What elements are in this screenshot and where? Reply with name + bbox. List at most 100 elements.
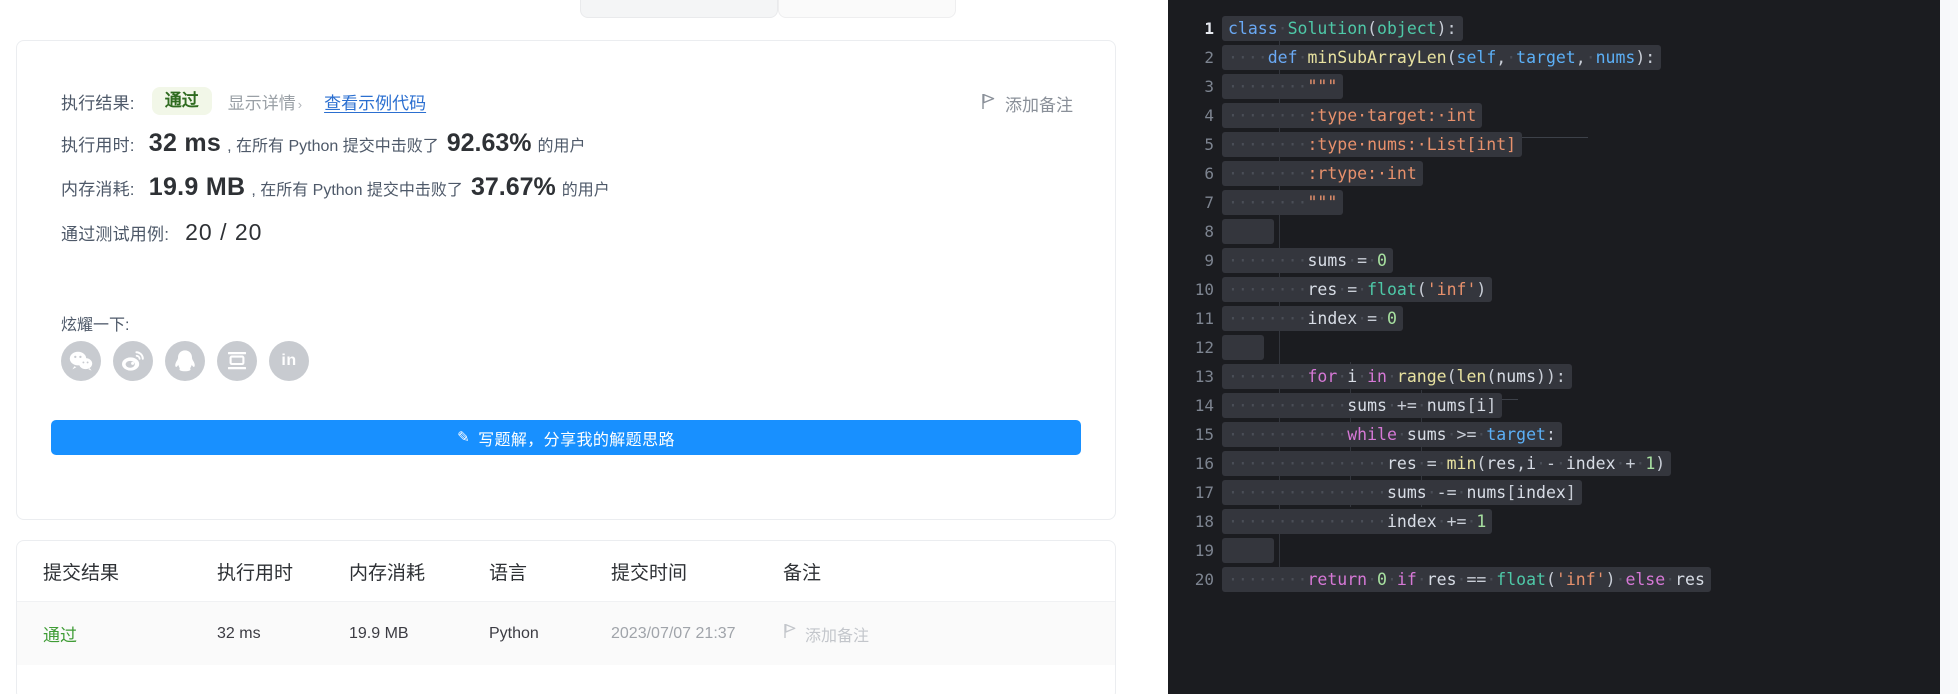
code-line[interactable]: 13 ········for·i·in·range(len(nums)): <box>1168 362 1940 391</box>
runtime-mid-text: , 在所有 Python 提交中击败了 <box>227 137 439 155</box>
sample-code-link[interactable]: 查看示例代码 <box>324 89 426 114</box>
submission-result-page: 执行结果: 通过 显示详情 › 查看示例代码 添加备注 执行用时: 32 ms ,… <box>0 0 1958 694</box>
code-line[interactable]: 17 ················sums·-=·nums[index] <box>1168 478 1940 507</box>
line-number: 1 <box>1204 19 1214 38</box>
add-note-button[interactable]: 添加备注 <box>981 91 1073 116</box>
testcases-value: 20 / 20 <box>185 219 263 245</box>
testcases-label: 通过测试用例: <box>61 225 170 244</box>
line-content: ········:type·nums:·List[int] <box>1222 130 1523 159</box>
line-content: ················sums·-=·nums[index] <box>1222 478 1582 507</box>
status-badge: 通过 <box>151 87 212 115</box>
code-lines: 1 class·Solution(object): 2 ····def·minS… <box>1168 14 1940 594</box>
code-line[interactable]: 18 ················index·+=·1 <box>1168 507 1940 536</box>
pencil-icon: ✎ <box>457 428 471 446</box>
code-line[interactable]: 1 class·Solution(object): <box>1168 14 1940 43</box>
write-solution-button[interactable]: ✎ 写题解，分享我的解题思路 <box>51 420 1081 455</box>
line-content: ········index·=·0 <box>1222 304 1403 333</box>
code-line[interactable]: 4 ········:type·target:·int <box>1168 101 1940 130</box>
cell-runtime: 32 ms <box>217 624 261 642</box>
column-header-memory: 内存消耗 <box>349 562 426 584</box>
submissions-table: 提交结果 执行用时 内存消耗 语言 提交时间 备注 通过 32 ms 19.9 … <box>16 540 1116 694</box>
memory-tail-text: 的用户 <box>561 181 610 199</box>
column-header-language: 语言 <box>489 562 528 584</box>
add-note-label: 添加备注 <box>1005 96 1073 115</box>
line-content: ········return·0·if·res·==·float('inf')·… <box>1222 565 1711 594</box>
code-line[interactable]: 14 ············sums·+=·nums[i] <box>1168 391 1940 420</box>
runtime-label: 执行用时: <box>61 136 135 155</box>
code-editor[interactable]: 1 class·Solution(object): 2 ····def·minS… <box>1168 0 1940 694</box>
memory-value: 19.9 MB <box>148 173 246 201</box>
line-number: 12 <box>1194 338 1214 357</box>
code-line[interactable]: 8 <box>1168 217 1940 246</box>
line-number: 17 <box>1194 483 1214 502</box>
line-number: 13 <box>1194 367 1214 386</box>
exec-result-label: 执行结果: <box>61 93 135 113</box>
line-content: ····def·minSubArrayLen(self,·target,·num… <box>1222 43 1662 72</box>
line-content <box>1222 333 1264 362</box>
share-label: 炫耀一下: <box>61 317 130 334</box>
column-header-time: 提交时间 <box>611 562 688 584</box>
line-content: ················index·+=·1 <box>1222 507 1493 536</box>
code-line[interactable]: 7 ········""" <box>1168 188 1940 217</box>
wechat-icon[interactable] <box>61 341 101 381</box>
code-line[interactable]: 10 ········res·=·float('inf') <box>1168 275 1940 304</box>
line-content: ············sums·+=·nums[i] <box>1222 391 1503 420</box>
line-content <box>1222 536 1274 565</box>
line-number: 6 <box>1204 164 1214 183</box>
memory-label: 内存消耗: <box>61 180 135 199</box>
code-line[interactable]: 12 <box>1168 333 1940 362</box>
line-number: 20 <box>1194 570 1214 589</box>
line-number: 5 <box>1204 135 1214 154</box>
line-number: 7 <box>1204 193 1214 212</box>
line-content: ········sums·=·0 <box>1222 246 1393 275</box>
chevron-right-icon: › <box>297 96 303 112</box>
share-icon-list: in <box>61 341 309 381</box>
memory-mid-text: , 在所有 Python 提交中击败了 <box>251 181 463 199</box>
code-line[interactable]: 19 <box>1168 536 1940 565</box>
write-solution-label: 写题解，分享我的解题思路 <box>478 431 675 449</box>
line-number: 9 <box>1204 251 1214 270</box>
line-content: ········""" <box>1222 72 1344 101</box>
line-number: 11 <box>1194 309 1214 328</box>
column-header-result: 提交结果 <box>43 562 120 584</box>
code-line[interactable]: 3 ········""" <box>1168 72 1940 101</box>
code-line[interactable]: 2 ····def·minSubArrayLen(self,·target,·n… <box>1168 43 1940 72</box>
tab-ghost-2[interactable] <box>778 0 956 18</box>
line-number: 2 <box>1204 48 1214 67</box>
line-content: class·Solution(object): <box>1222 14 1463 43</box>
runtime-row: 执行用时: 32 ms , 在所有 Python 提交中击败了 92.63% 的… <box>61 129 586 158</box>
show-detail-label: 显示详情 <box>227 93 296 113</box>
code-line[interactable]: 20 ········return·0·if·res·==·float('inf… <box>1168 565 1940 594</box>
line-number: 3 <box>1204 77 1214 96</box>
code-line[interactable]: 15 ············while·sums·>=·target: <box>1168 420 1940 449</box>
code-line[interactable]: 9 ········sums·=·0 <box>1168 246 1940 275</box>
line-number: 8 <box>1204 222 1214 241</box>
tab-strip <box>0 0 1168 22</box>
tab-ghost-1[interactable] <box>580 0 778 18</box>
code-line[interactable]: 16 ················res·=·min(res,i·-·ind… <box>1168 449 1940 478</box>
code-line[interactable]: 5 ········:type·nums:·List[int] <box>1168 130 1940 159</box>
line-content: ········for·i·in·range(len(nums)): <box>1222 362 1572 391</box>
weibo-icon[interactable] <box>113 341 153 381</box>
linkedin-label: in <box>281 352 297 369</box>
line-number: 18 <box>1194 512 1214 531</box>
line-content: ················res·=·min(res,i·-·index·… <box>1222 449 1672 478</box>
linkedin-icon[interactable]: in <box>269 341 309 381</box>
result-card: 执行结果: 通过 显示详情 › 查看示例代码 添加备注 执行用时: 32 ms ,… <box>16 40 1116 520</box>
flag-icon <box>783 623 797 644</box>
column-header-note: 备注 <box>783 562 822 584</box>
cell-memory: 19.9 MB <box>349 624 409 642</box>
memory-percentile: 37.67% <box>470 173 556 201</box>
code-line[interactable]: 6 ········:rtype:·int <box>1168 159 1940 188</box>
table-row[interactable]: 通过 32 ms 19.9 MB Python 2023/07/07 21:37… <box>17 602 1115 665</box>
cell-add-note[interactable]: 添加备注 <box>783 622 1003 646</box>
line-content: ············while·sums·>=·target: <box>1222 420 1562 449</box>
line-number: 15 <box>1194 425 1214 444</box>
show-detail-button[interactable]: 显示详情 › <box>228 89 302 114</box>
line-number: 10 <box>1194 280 1214 299</box>
code-line[interactable]: 11 ········index·=·0 <box>1168 304 1940 333</box>
cell-status[interactable]: 通过 <box>17 621 217 646</box>
table-header-row: 提交结果 执行用时 内存消耗 语言 提交时间 备注 <box>17 541 1115 602</box>
qq-icon[interactable] <box>165 341 205 381</box>
douban-icon[interactable] <box>217 341 257 381</box>
